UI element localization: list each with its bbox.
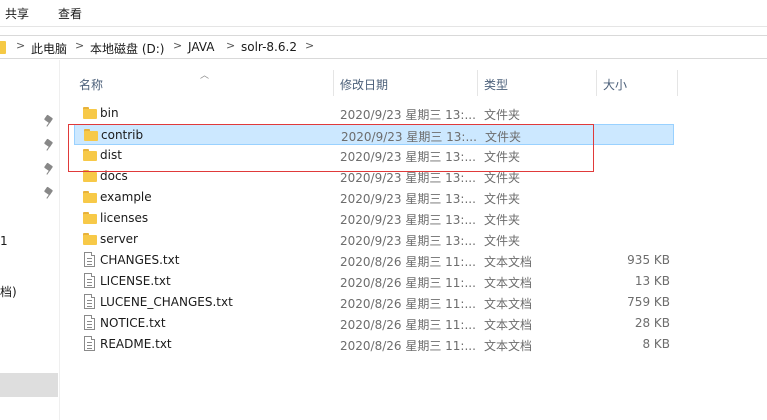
nav-item-partial[interactable]: 1 [0, 234, 8, 248]
file-modified: 2020/9/23 星期三 13:... [340, 234, 476, 248]
pin-icon [43, 162, 54, 176]
list-item[interactable]: dist 2020/9/23 星期三 13:... 文件夹 [74, 145, 674, 166]
list-item[interactable]: bin 2020/9/23 星期三 13:... 文件夹 [74, 103, 674, 124]
list-item[interactable]: README.txt 2020/8/26 星期三 11:... 文本文档 8 K… [74, 334, 674, 355]
file-name: dist [100, 148, 122, 162]
file-type: 文本文档 [484, 297, 533, 311]
list-item[interactable]: CHANGES.txt 2020/8/26 星期三 11:... 文本文档 93… [74, 250, 674, 271]
list-item[interactable]: LICENSE.txt 2020/8/26 星期三 11:... 文本文档 13… [74, 271, 674, 292]
file-size: 759 KB [627, 295, 670, 309]
file-name: docs [100, 169, 128, 183]
file-name: example [100, 190, 152, 204]
file-type: 文件夹 [484, 192, 521, 206]
column-divider[interactable] [677, 70, 678, 96]
nav-item-selected[interactable] [0, 373, 58, 397]
file-name: CHANGES.txt [100, 253, 180, 267]
folder-icon [0, 41, 6, 54]
list-item[interactable]: LUCENE_CHANGES.txt 2020/8/26 星期三 11:... … [74, 292, 674, 313]
list-item[interactable]: NOTICE.txt 2020/8/26 星期三 11:... 文本文档 28 … [74, 313, 674, 334]
file-modified: 2020/9/23 星期三 13:... [340, 108, 476, 122]
file-name: server [100, 232, 138, 246]
breadcrumb-local-disk[interactable]: 本地磁盘 (D:) [90, 40, 164, 57]
file-type: 文件夹 [484, 150, 521, 164]
text-file-icon [84, 315, 95, 330]
column-header-modified[interactable]: 修改日期 [340, 76, 388, 93]
tab-share[interactable]: 共享 [5, 5, 29, 22]
breadcrumb-separator-icon[interactable]: > [226, 39, 235, 52]
folder-icon [83, 212, 97, 224]
file-name: README.txt [100, 337, 172, 351]
column-divider[interactable] [477, 70, 478, 96]
breadcrumb-solr[interactable]: solr-8.6.2 [241, 40, 297, 54]
file-name: LUCENE_CHANGES.txt [100, 295, 233, 309]
file-modified: 2020/9/23 星期三 13:... [341, 130, 477, 144]
list-item[interactable]: licenses 2020/9/23 星期三 13:... 文件夹 [74, 208, 674, 229]
file-type: 文本文档 [484, 276, 533, 290]
column-header-name[interactable]: 名称 [79, 76, 103, 93]
text-file-icon [84, 294, 95, 309]
breadcrumb-java[interactable]: JAVA [188, 40, 214, 54]
file-type: 文件夹 [485, 130, 522, 144]
column-divider[interactable] [596, 70, 597, 96]
list-item[interactable]: docs 2020/9/23 星期三 13:... 文件夹 [74, 166, 674, 187]
file-size: 8 KB [642, 337, 670, 351]
pin-icon [43, 138, 54, 152]
pin-icon [43, 186, 54, 200]
list-item[interactable]: contrib 2020/9/23 星期三 13:... 文件夹 [74, 124, 674, 145]
file-modified: 2020/8/26 星期三 11:... [340, 339, 476, 353]
column-divider[interactable] [333, 70, 334, 96]
folder-icon [83, 191, 97, 203]
tab-view[interactable]: 查看 [58, 5, 82, 22]
folder-icon [83, 149, 97, 161]
file-size: 28 KB [634, 316, 670, 330]
navigation-pane: 1 档) [0, 60, 60, 420]
folder-icon [83, 107, 97, 119]
sort-ascending-icon: ︿ [200, 71, 210, 81]
breadcrumb-separator-icon[interactable]: > [173, 39, 182, 52]
file-name: NOTICE.txt [100, 316, 166, 330]
folder-icon [84, 129, 98, 141]
ribbon: 共享 查看 [0, 0, 767, 27]
address-bar[interactable]: > 此电脑 > 本地磁盘 (D:) > JAVA > solr-8.6.2 > [0, 35, 767, 59]
text-file-icon [84, 252, 95, 267]
nav-item-partial[interactable]: 档) [0, 283, 17, 300]
file-modified: 2020/9/23 星期三 13:... [340, 192, 476, 206]
file-name: LICENSE.txt [100, 274, 171, 288]
file-type: 文本文档 [484, 255, 533, 269]
list-item[interactable]: server 2020/9/23 星期三 13:... 文件夹 [74, 229, 674, 250]
pin-icon [43, 114, 54, 128]
file-type: 文件夹 [484, 171, 521, 185]
file-modified: 2020/9/23 星期三 13:... [340, 150, 476, 164]
breadcrumb-separator-icon[interactable]: > [75, 39, 84, 52]
breadcrumb-this-pc[interactable]: 此电脑 [31, 40, 67, 57]
file-name: contrib [101, 128, 144, 142]
file-modified: 2020/8/26 星期三 11:... [340, 255, 476, 269]
column-header-row: ︿ 名称 修改日期 类型 大小 [60, 68, 767, 98]
folder-icon [83, 233, 97, 245]
column-header-size[interactable]: 大小 [603, 76, 627, 93]
file-type: 文件夹 [484, 213, 521, 227]
file-modified: 2020/9/23 星期三 13:... [340, 213, 476, 227]
file-modified: 2020/8/26 星期三 11:... [340, 318, 476, 332]
file-type: 文件夹 [484, 108, 521, 122]
column-header-type[interactable]: 类型 [484, 76, 508, 93]
text-file-icon [84, 273, 95, 288]
list-item[interactable]: example 2020/9/23 星期三 13:... 文件夹 [74, 187, 674, 208]
file-type: 文本文档 [484, 339, 533, 353]
file-modified: 2020/8/26 星期三 11:... [340, 297, 476, 311]
breadcrumb-separator-icon[interactable]: > [305, 39, 314, 52]
file-name: bin [100, 106, 119, 120]
breadcrumb-separator-icon[interactable]: > [16, 39, 25, 52]
file-type: 文件夹 [484, 234, 521, 248]
file-type: 文本文档 [484, 318, 533, 332]
folder-icon [83, 170, 97, 182]
file-modified: 2020/8/26 星期三 11:... [340, 276, 476, 290]
file-size: 935 KB [627, 253, 670, 267]
file-size: 13 KB [634, 274, 670, 288]
text-file-icon [84, 336, 95, 351]
file-modified: 2020/9/23 星期三 13:... [340, 171, 476, 185]
file-name: licenses [100, 211, 149, 225]
